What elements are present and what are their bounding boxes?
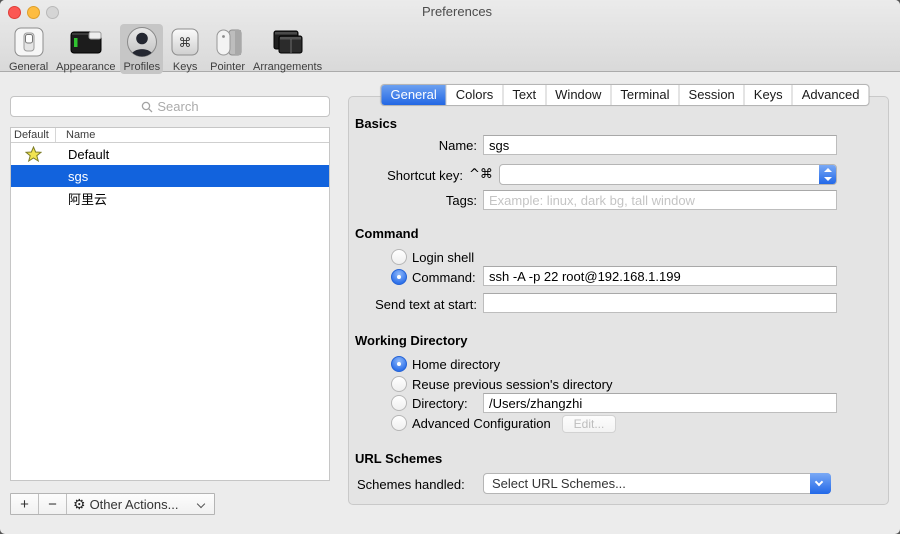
gear-icon: ⚙ — [73, 495, 86, 512]
toolbar-item-general[interactable]: General — [6, 24, 51, 74]
radio-login-shell[interactable] — [391, 249, 407, 265]
working-directory-heading: Working Directory — [355, 333, 468, 348]
column-header-name[interactable]: Name — [56, 129, 95, 141]
tab-session[interactable]: Session — [680, 85, 745, 105]
toolbar-label: Keys — [172, 61, 198, 73]
command-label[interactable]: Command: — [412, 270, 476, 285]
toolbar-label: Arrangements — [253, 61, 323, 73]
list-item-aliyun[interactable]: 阿里云 — [11, 187, 329, 209]
shortcut-modifiers: ^⌘ — [469, 167, 493, 182]
tab-advanced[interactable]: Advanced — [793, 85, 869, 105]
radio-reuse-directory[interactable] — [391, 376, 407, 392]
radio-home-directory[interactable] — [391, 356, 407, 372]
window-chrome: Preferences General Appearance Profiles … — [0, 0, 900, 74]
radio-command[interactable] — [391, 269, 407, 285]
window-title: Preferences — [421, 4, 493, 19]
toolbar-item-appearance[interactable]: Appearance — [53, 24, 118, 74]
toolbar-label: Pointer — [210, 61, 246, 73]
default-star-icon — [11, 146, 56, 162]
reuse-directory-label[interactable]: Reuse previous session's directory — [412, 377, 612, 392]
minimize-button[interactable] — [27, 6, 40, 19]
send-text-field[interactable] — [483, 293, 837, 313]
directory-field[interactable] — [483, 393, 837, 413]
toolbar-item-keys[interactable]: ⌘ Keys — [165, 24, 205, 74]
search-icon — [142, 101, 153, 112]
shortcut-key-label: Shortcut key: — [387, 168, 463, 183]
tab-keys[interactable]: Keys — [745, 85, 793, 105]
command-heading: Command — [355, 226, 419, 241]
profile-name: 阿里云 — [68, 191, 108, 207]
search-placeholder: Search — [157, 99, 199, 114]
edit-button[interactable]: Edit... — [562, 415, 616, 433]
profile-tabs: General Colors Text Window Terminal Sess… — [380, 84, 870, 106]
title-bar[interactable]: Preferences — [0, 0, 900, 22]
schemes-handled-label: Schemes handled: — [357, 477, 465, 492]
command-key-icon: ⌘ — [168, 26, 202, 60]
home-directory-label[interactable]: Home directory — [412, 357, 500, 372]
url-schemes-value: Select URL Schemes... — [492, 476, 626, 491]
preferences-toolbar: General Appearance Profiles ⌘ Keys Point… — [6, 24, 327, 74]
search-input[interactable]: Search — [10, 96, 330, 117]
toolbar-label: General — [9, 61, 49, 73]
toolbar-item-arrangements[interactable]: Arrangements — [250, 24, 325, 74]
tags-field[interactable] — [483, 190, 837, 210]
zoom-button-disabled — [46, 6, 59, 19]
list-header: Default Name — [11, 128, 329, 143]
directory-label[interactable]: Directory: — [412, 396, 468, 411]
shortcut-key-combo[interactable] — [499, 164, 837, 185]
toolbar-item-pointer[interactable]: Pointer — [207, 24, 248, 74]
name-label: Name: — [438, 138, 477, 153]
tab-colors[interactable]: Colors — [447, 85, 504, 105]
column-header-default[interactable]: Default — [11, 128, 56, 142]
radio-advanced-configuration[interactable] — [391, 415, 407, 431]
send-text-label: Send text at start: — [375, 297, 477, 312]
preferences-window: Preferences General Appearance Profiles … — [0, 0, 900, 534]
close-button[interactable] — [8, 6, 21, 19]
chevron-down-icon — [196, 499, 206, 509]
profile-name: Default — [68, 146, 110, 162]
add-profile-button[interactable]: + — [11, 494, 39, 514]
remove-profile-button[interactable]: − — [39, 494, 67, 514]
mouse-icon — [211, 26, 245, 60]
appearance-window-icon — [69, 26, 103, 60]
profile-actions: + − ⚙ Other Actions... — [10, 493, 215, 515]
other-actions-label: Other Actions... — [89, 496, 179, 512]
dropdown-chevron-icon — [810, 473, 831, 494]
person-icon — [125, 26, 159, 60]
tab-text[interactable]: Text — [503, 85, 547, 105]
radio-directory[interactable] — [391, 395, 407, 411]
toolbar-label: Appearance — [56, 61, 116, 73]
other-actions-button[interactable]: ⚙ Other Actions... — [67, 494, 214, 514]
name-field[interactable] — [483, 135, 837, 155]
svg-text:⌘: ⌘ — [179, 36, 192, 51]
profiles-list: Default Name Default sgs 阿里云 — [10, 127, 330, 481]
advanced-configuration-label[interactable]: Advanced Configuration — [412, 416, 551, 431]
tags-label: Tags: — [445, 193, 477, 208]
tab-window[interactable]: Window — [546, 85, 612, 105]
toolbar-item-profiles[interactable]: Profiles — [120, 24, 164, 74]
command-field[interactable] — [483, 266, 837, 286]
list-item-default[interactable]: Default — [11, 143, 329, 165]
profile-name: sgs — [68, 168, 89, 184]
url-schemes-dropdown[interactable]: Select URL Schemes... — [483, 473, 831, 494]
login-shell-label[interactable]: Login shell — [412, 250, 474, 265]
tab-general[interactable]: General — [381, 85, 447, 105]
stacked-windows-icon — [271, 26, 305, 60]
tab-terminal[interactable]: Terminal — [611, 85, 680, 105]
list-item-sgs[interactable]: sgs — [11, 165, 329, 187]
stepper-icon[interactable] — [819, 165, 836, 184]
basics-heading: Basics — [355, 116, 397, 131]
toolbar-label: Profiles — [123, 61, 161, 73]
url-schemes-heading: URL Schemes — [355, 451, 443, 466]
switch-icon — [12, 26, 46, 60]
